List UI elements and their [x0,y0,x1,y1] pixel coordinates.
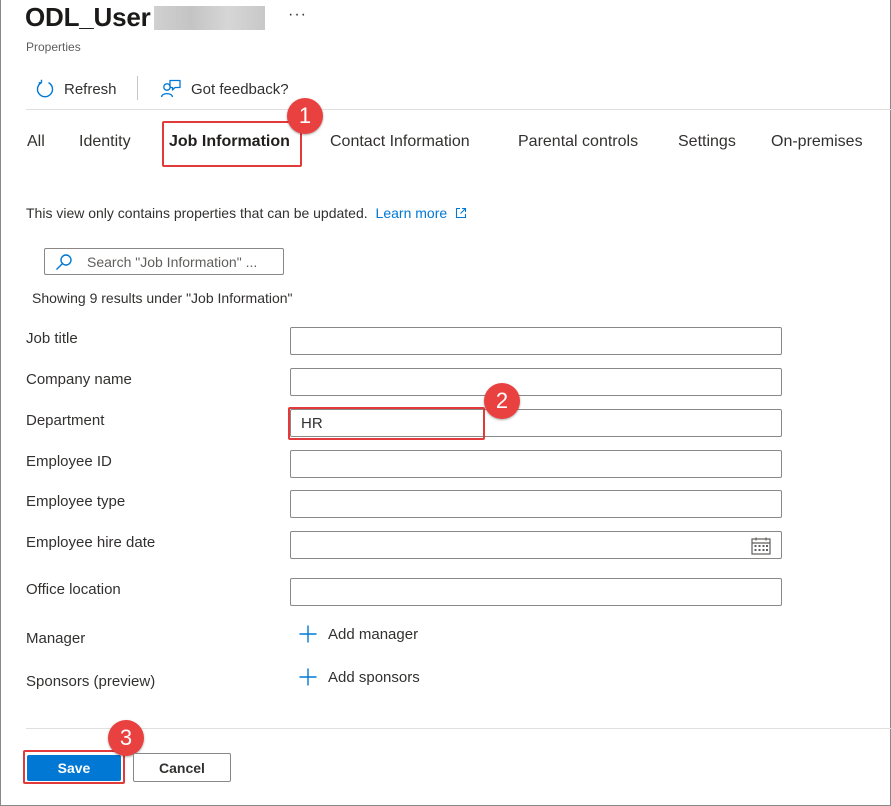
footer-divider [26,728,891,729]
callout-badge-3: 3 [108,720,144,756]
search-icon [56,253,72,270]
cancel-button[interactable]: Cancel [133,753,231,782]
feedback-icon [160,79,181,98]
refresh-label: Refresh [64,80,117,98]
label-manager: Manager [26,630,86,647]
calendar-icon[interactable] [751,537,771,555]
results-count: Showing 9 results under "Job Information… [32,290,293,306]
label-job-title: Job title [26,330,78,347]
external-link-icon [455,207,467,219]
feedback-label: Got feedback? [191,80,289,98]
page-title: ODL_User [25,2,151,32]
info-text: This view only contains properties that … [26,205,467,221]
employee-hire-date-field[interactable] [290,531,782,559]
label-office-location: Office location [26,581,121,598]
tab-contact-information[interactable]: Contact Information [330,133,470,151]
tab-all[interactable]: All [27,133,45,151]
label-company-name: Company name [26,371,132,388]
plus-icon [299,625,317,643]
redacted-username [154,6,265,30]
tab-identity[interactable]: Identity [79,133,131,151]
search-input[interactable]: Search "Job Information" ... [44,248,284,275]
toolbar-divider-line [26,109,891,110]
more-options-button[interactable]: ··· [288,6,307,24]
label-employee-type: Employee type [26,493,126,510]
add-manager-label: Add manager [328,625,419,643]
label-department: Department [26,412,105,429]
label-employee-id: Employee ID [26,453,112,470]
highlight-job-information-tab [162,121,302,167]
employee-id-field[interactable] [290,450,782,478]
feedback-button[interactable]: Got feedback? [160,76,289,102]
label-sponsors: Sponsors (preview) [26,673,156,690]
plus-icon [299,668,317,686]
employee-type-field[interactable] [290,490,782,518]
highlight-department-field [288,407,485,440]
tab-parental-controls[interactable]: Parental controls [518,133,638,151]
toolbar-divider [137,76,138,100]
info-message: This view only contains properties that … [26,205,368,221]
add-sponsors-label: Add sponsors [328,668,420,686]
label-employee-hire-date: Employee hire date [26,534,156,551]
refresh-icon [36,79,54,98]
add-manager-button[interactable]: Add manager [299,625,418,643]
tab-on-premises[interactable]: On-premises [771,133,863,151]
add-sponsors-button[interactable]: Add sponsors [299,668,420,686]
page-subtitle: Properties [26,40,81,54]
refresh-button[interactable]: Refresh [35,76,117,102]
job-title-field[interactable] [290,327,782,355]
learn-more-link[interactable]: Learn more [376,205,467,221]
company-name-field[interactable] [290,368,782,396]
search-placeholder: Search "Job Information" ... [87,253,258,270]
tab-settings[interactable]: Settings [678,133,736,151]
callout-badge-1: 1 [287,98,323,134]
highlight-save-button [23,750,125,784]
office-location-field[interactable] [290,578,782,606]
callout-badge-2: 2 [484,383,520,419]
